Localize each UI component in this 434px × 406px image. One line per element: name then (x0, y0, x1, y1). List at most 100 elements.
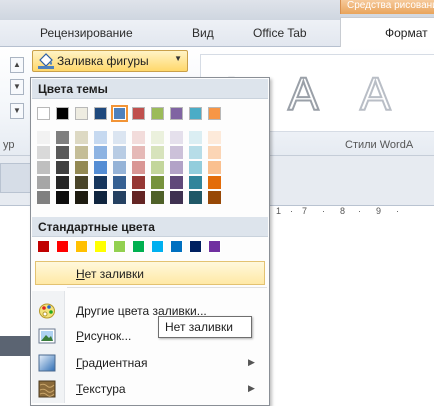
theme-shade-swatch[interactable] (170, 161, 183, 174)
theme-shade-swatch[interactable] (170, 191, 183, 204)
spin-up-icon[interactable]: ▲ (10, 57, 24, 73)
tab-office-tab[interactable]: Office Tab (253, 26, 307, 40)
spin-more-icon[interactable]: ▼ (10, 103, 24, 119)
standard-color-swatch[interactable] (132, 240, 145, 253)
tab-review[interactable]: Рецензирование (40, 26, 133, 40)
theme-color-swatch[interactable] (56, 107, 69, 120)
theme-color-swatch[interactable] (37, 107, 50, 120)
theme-color-swatch[interactable] (208, 107, 221, 120)
theme-shade-swatch[interactable] (75, 176, 88, 189)
theme-color-swatch[interactable] (151, 107, 164, 120)
theme-shade-swatch[interactable] (189, 131, 202, 144)
theme-shade-swatch[interactable] (208, 131, 221, 144)
theme-colors-header: Цвета темы (32, 79, 268, 99)
standard-color-swatch[interactable] (37, 240, 50, 253)
tab-view[interactable]: Вид (192, 26, 214, 40)
ruler-mark: · (358, 206, 361, 216)
standard-color-swatch[interactable] (56, 240, 69, 253)
tab-format[interactable]: Формат (340, 17, 434, 47)
theme-shade-swatch[interactable] (132, 161, 145, 174)
theme-shade-swatch[interactable] (56, 146, 69, 159)
gradient-label: Градиентная (76, 356, 148, 370)
theme-shade-swatch[interactable] (56, 176, 69, 189)
theme-color-swatch[interactable] (170, 107, 183, 120)
theme-shade-swatch[interactable] (189, 176, 202, 189)
theme-shade-swatch[interactable] (56, 191, 69, 204)
theme-shade-swatch[interactable] (170, 146, 183, 159)
theme-color-swatch[interactable] (189, 107, 202, 120)
theme-shade-swatch[interactable] (151, 131, 164, 144)
standard-color-swatch[interactable] (189, 240, 202, 253)
theme-shade-swatch[interactable] (37, 131, 50, 144)
theme-shade-swatch[interactable] (37, 191, 50, 204)
picture-icon (38, 328, 56, 344)
standard-color-swatch[interactable] (208, 240, 221, 253)
theme-shade-swatch[interactable] (75, 131, 88, 144)
theme-shade-swatch[interactable] (94, 146, 107, 159)
standard-color-swatch[interactable] (170, 240, 183, 253)
gradient-item[interactable]: Градиентная ▶ (32, 351, 268, 375)
theme-shade-swatch[interactable] (113, 131, 126, 144)
theme-shade-swatch[interactable] (37, 176, 50, 189)
submenu-arrow-icon: ▶ (248, 383, 255, 393)
wordart-style-2[interactable]: A (278, 62, 334, 122)
theme-shade-swatch[interactable] (113, 191, 126, 204)
theme-shade-swatch[interactable] (113, 161, 126, 174)
theme-shade-swatch[interactable] (75, 161, 88, 174)
theme-shade-swatch[interactable] (56, 161, 69, 174)
theme-shade-swatch[interactable] (208, 191, 221, 204)
theme-shade-swatch[interactable] (208, 176, 221, 189)
theme-shade-swatch[interactable] (208, 161, 221, 174)
shape-fill-label: Заливка фигуры (57, 54, 149, 68)
theme-shade-swatch[interactable] (151, 191, 164, 204)
shape-fill-button[interactable]: Заливка фигуры ▼ (32, 50, 188, 72)
theme-shade-swatch[interactable] (75, 146, 88, 159)
theme-shade-swatch[interactable] (113, 176, 126, 189)
theme-shade-swatch[interactable] (151, 176, 164, 189)
theme-shade-swatch[interactable] (94, 161, 107, 174)
picture-label: Рисунок... (76, 329, 132, 343)
texture-item[interactable]: Текстура ▶ (32, 377, 268, 401)
wordart-style-3[interactable]: A (350, 62, 406, 122)
theme-shade-swatch[interactable] (56, 131, 69, 144)
no-fill-item[interactable]: Нет заливки (35, 261, 265, 285)
ruler-mark: 1 (276, 206, 282, 216)
standard-color-swatch[interactable] (113, 240, 126, 253)
theme-shade-swatch[interactable] (189, 191, 202, 204)
submenu-arrow-icon: ▶ (248, 357, 255, 367)
theme-shade-swatch[interactable] (170, 176, 183, 189)
standard-color-swatch[interactable] (75, 240, 88, 253)
standard-colors-header: Стандартные цвета (32, 217, 268, 237)
theme-shade-swatch[interactable] (37, 161, 50, 174)
theme-shade-swatch[interactable] (37, 146, 50, 159)
theme-color-swatch[interactable] (94, 107, 107, 120)
theme-shade-swatch[interactable] (208, 146, 221, 159)
theme-color-swatch[interactable] (75, 107, 88, 120)
spin-down-icon[interactable]: ▼ (10, 79, 24, 95)
theme-shade-swatch[interactable] (94, 191, 107, 204)
theme-color-swatch[interactable] (132, 107, 145, 120)
theme-shade-swatch[interactable] (170, 131, 183, 144)
theme-shade-swatch[interactable] (189, 161, 202, 174)
theme-shade-swatch[interactable] (189, 146, 202, 159)
theme-shade-swatch[interactable] (132, 131, 145, 144)
theme-shade-swatch[interactable] (132, 146, 145, 159)
palette-icon (39, 303, 55, 319)
menu-separator (67, 287, 267, 288)
paint-bucket-icon (38, 53, 54, 69)
texture-icon (38, 380, 56, 398)
svg-text:A: A (288, 68, 319, 120)
theme-shade-swatch[interactable] (94, 131, 107, 144)
tooltip-no-fill: Нет заливки (158, 316, 252, 338)
theme-color-swatch[interactable] (111, 105, 128, 122)
standard-color-swatch[interactable] (151, 240, 164, 253)
theme-shade-swatch[interactable] (132, 191, 145, 204)
standard-color-swatch[interactable] (94, 240, 107, 253)
group-label-left: ур (3, 139, 15, 151)
theme-shade-swatch[interactable] (75, 191, 88, 204)
theme-shade-swatch[interactable] (151, 161, 164, 174)
theme-shade-swatch[interactable] (94, 176, 107, 189)
theme-shade-swatch[interactable] (113, 146, 126, 159)
theme-shade-swatch[interactable] (132, 176, 145, 189)
theme-shade-swatch[interactable] (151, 146, 164, 159)
